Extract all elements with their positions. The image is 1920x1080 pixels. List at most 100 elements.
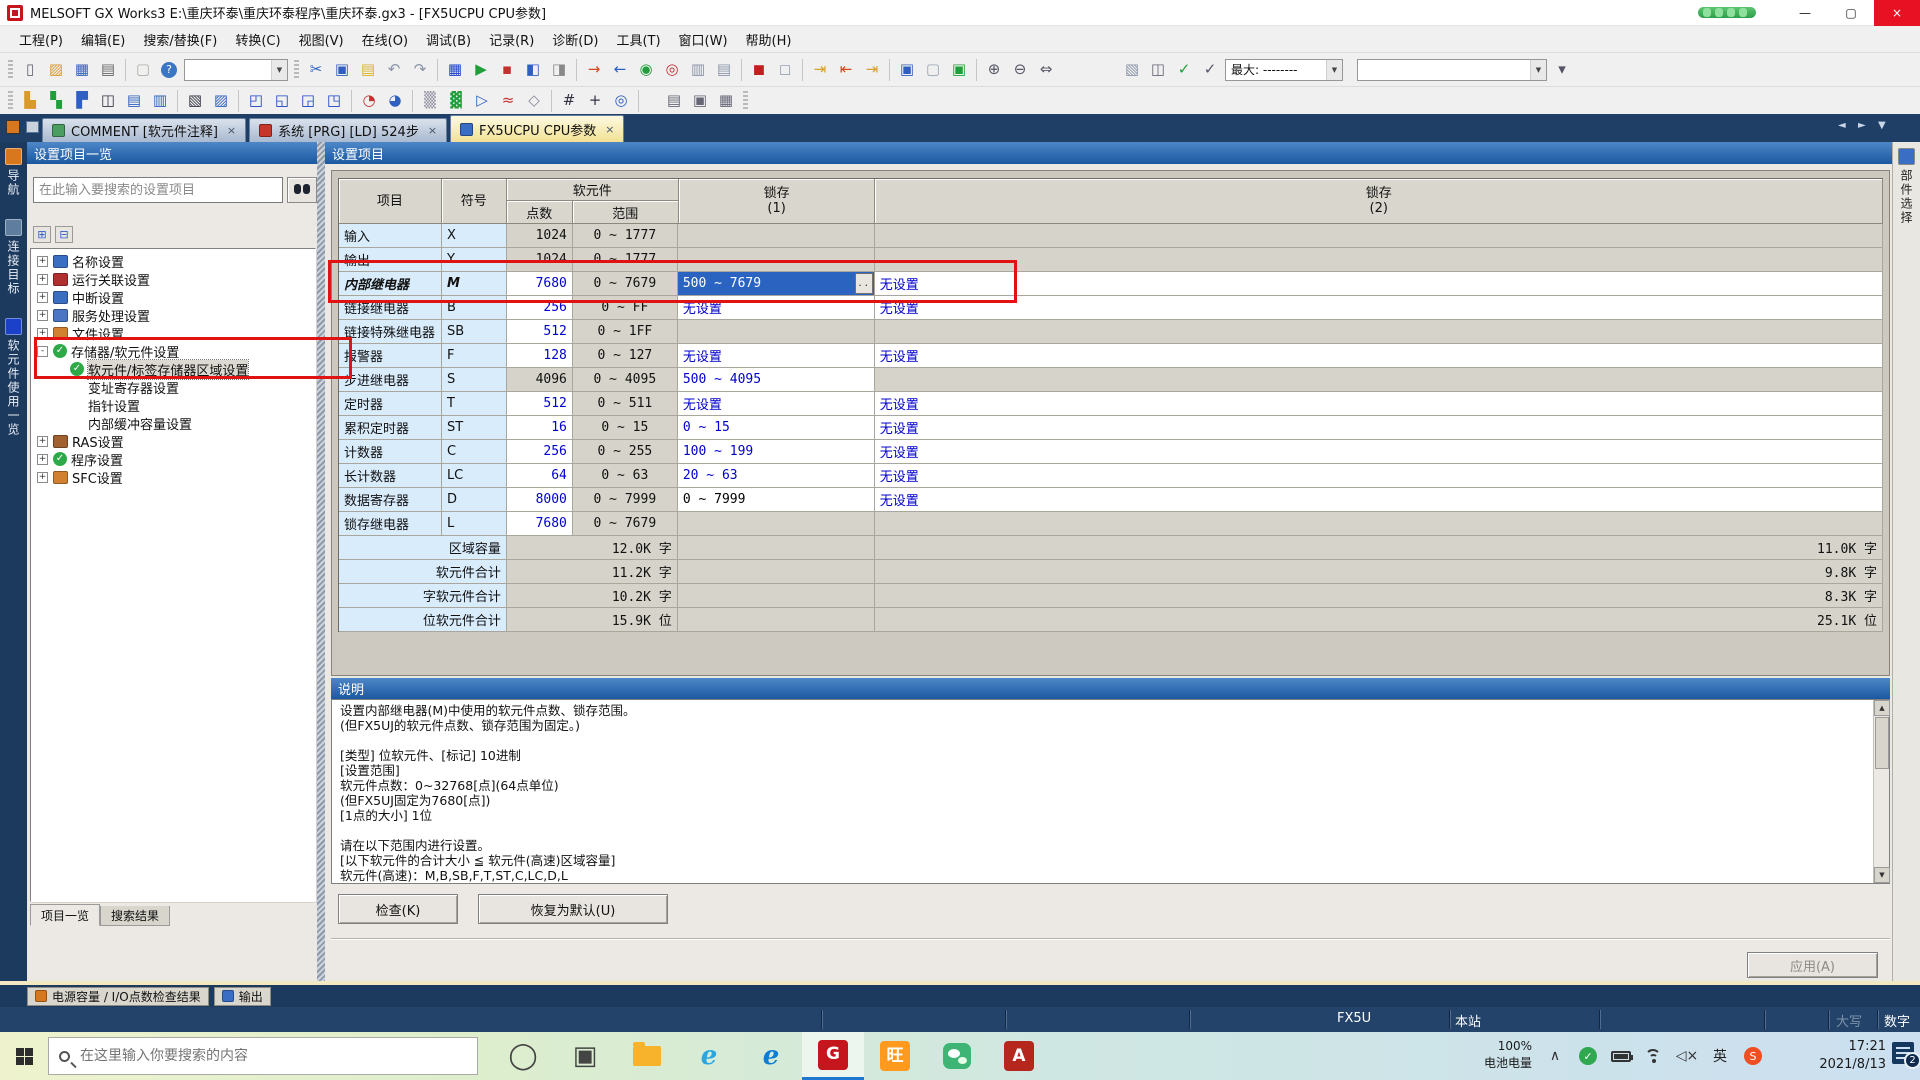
tree-expand-icon[interactable]: + [37,454,48,465]
scroll-down-icon[interactable]: ▼ [1874,867,1890,883]
menu-item[interactable]: 工具(T) [607,26,669,53]
step-over-icon[interactable]: ⇥ [860,58,884,82]
window-list-icon[interactable] [6,120,20,134]
tab-scroll-right-icon[interactable]: ► [1858,120,1870,131]
points-cell[interactable]: 64 [507,464,573,488]
cross-reference-icon[interactable]: ▨ [209,89,233,113]
scroll-up-icon[interactable]: ▲ [1874,700,1890,716]
device-comment-icon[interactable]: ▦ [443,58,467,82]
fit-width-icon[interactable]: ⇔ [1034,58,1058,82]
window-arrange-icon[interactable]: ▣ [947,58,971,82]
expand-all-icon[interactable]: ⊞ [33,226,51,243]
latch2-cell[interactable]: 无设置 [875,344,1883,368]
tree-item[interactable]: +中断设置 [31,288,315,306]
latch1-cell[interactable]: 无设置 [678,392,875,416]
points-cell[interactable]: 256 [507,296,573,320]
dock-window-tab[interactable]: 电源容量 / I/O点数检查结果 [27,987,209,1006]
collapse-all-icon[interactable]: ⊟ [55,226,73,243]
latch2-cell[interactable]: 无设置 [875,392,1883,416]
new-project-icon[interactable]: ▯ [18,58,42,82]
tree-expand-icon[interactable]: + [37,256,48,267]
dock-tab[interactable]: 部件选择 [1898,148,1915,225]
autocad-icon[interactable]: A [988,1032,1050,1080]
cut-icon[interactable]: ✂ [304,58,328,82]
scrollbar-thumb[interactable] [1875,717,1889,769]
tab-scroll-left-icon[interactable]: ◄ [1838,120,1850,131]
start-button[interactable] [0,1032,48,1080]
left-panel-tab[interactable]: 项目一览 [30,904,100,926]
open-project-icon[interactable]: ▨ [44,58,68,82]
dock-tab[interactable]: 软元件使用一览 [5,318,22,437]
copy-icon[interactable]: ▣ [330,58,354,82]
window-cascade-icon[interactable]: ▣ [895,58,919,82]
window-tile-icon[interactable]: ▢ [921,58,945,82]
latch2-cell[interactable]: 无设置 [875,440,1883,464]
points-cell[interactable]: 128 [507,344,573,368]
panel-splitter[interactable] [317,142,325,985]
close-button[interactable]: × [1874,0,1920,26]
editor-tab[interactable]: 系统 [PRG] [LD] 524步× [249,118,447,142]
tree-item[interactable]: 变址寄存器设置 [31,378,315,396]
check-program-icon[interactable]: ✓ [1172,58,1196,82]
pou-list-icon[interactable]: ▷ [470,89,494,113]
tree-expand-icon[interactable]: + [37,436,48,447]
help-icon[interactable]: ? [157,58,181,82]
sogou-icon[interactable]: S [1740,1043,1766,1069]
tree-expand-icon[interactable]: + [37,472,48,483]
close-tab-icon[interactable]: × [227,124,236,137]
program-stop-icon[interactable]: ▪ [495,58,519,82]
latch1-cell[interactable]: 无设置 [678,296,875,320]
zoom-in-icon[interactable]: ⊕ [982,58,1006,82]
menu-item[interactable]: 视图(V) [290,26,353,53]
save-project-icon[interactable]: ▦ [70,58,94,82]
tree-item[interactable]: +SFC设置 [31,468,315,486]
tree-item[interactable]: 内部缓冲容量设置 [31,414,315,432]
docking-layout-icon[interactable]: ▤ [662,89,686,113]
editor-tab[interactable]: FX5UCPU CPU参数× [450,115,624,142]
internet-explorer-icon[interactable]: e [678,1032,740,1080]
print-icon[interactable]: ▤ [96,58,120,82]
cortana-icon[interactable]: ◯ [492,1032,554,1080]
dock-tab[interactable]: 导航 [5,148,22,197]
tree-item[interactable]: +文件设置 [31,324,315,342]
fb-editor-icon[interactable]: ▥ [148,89,172,113]
tree-item[interactable]: ✓软元件/标签存储器区域设置 [31,360,315,378]
history-window-icon[interactable]: ▦ [714,89,738,113]
step-out-icon[interactable]: ⇤ [834,58,858,82]
tray-chevron-up-icon[interactable]: ∧ [1542,1043,1568,1069]
tree-item[interactable]: +运行关联设置 [31,270,315,288]
antivirus-icon[interactable]: ✓ [1575,1043,1601,1069]
module-config-icon[interactable]: ◫ [96,89,120,113]
statement-display-icon[interactable]: ◫ [1146,58,1170,82]
task-view-icon[interactable]: ▣ [554,1032,616,1080]
device-monitor-4-icon[interactable]: ◳ [322,89,346,113]
menu-item[interactable]: 在线(O) [353,26,417,53]
toolbar-options-icon[interactable]: ▾ [1550,58,1574,82]
max-combo[interactable]: 最大: --------▼ [1225,59,1343,81]
dropdown-arrow-icon[interactable]: ▼ [271,60,287,80]
wave-display-icon[interactable]: ≈ [496,89,520,113]
latch2-cell[interactable]: 无设置 [875,272,1883,296]
paste-icon[interactable]: ▤ [356,58,380,82]
search-button[interactable] [287,177,317,203]
menu-item[interactable]: 工程(P) [10,26,72,53]
wechat-icon[interactable] [926,1032,988,1080]
taskbar-search-input[interactable] [80,1048,450,1064]
tree-item[interactable]: -✓存储器/软元件设置 [31,342,315,360]
description-scrollbar[interactable]: ▲ ▼ [1873,700,1889,883]
menu-item[interactable]: 搜索/替换(F) [134,26,226,53]
menu-item[interactable]: 调试(B) [417,26,480,53]
connect-destination-icon[interactable]: ▚ [44,89,68,113]
latch1-cell[interactable]: 500 ~ 7679.. [678,272,875,296]
device-monitor-2-icon[interactable]: ◱ [270,89,294,113]
module-tool-icon[interactable]: + [583,89,607,113]
points-cell[interactable]: 512 [507,392,573,416]
latch2-cell[interactable]: 无设置 [875,488,1883,512]
wifi-icon[interactable] [1641,1043,1667,1069]
menu-item[interactable]: 记录(R) [480,26,543,53]
latch2-cell[interactable]: 无设置 [875,296,1883,320]
program-editor-icon[interactable]: ▤ [122,89,146,113]
ethernet-config-icon[interactable]: # [557,89,581,113]
tree-expand-icon[interactable]: + [37,310,48,321]
points-cell[interactable]: 256 [507,440,573,464]
